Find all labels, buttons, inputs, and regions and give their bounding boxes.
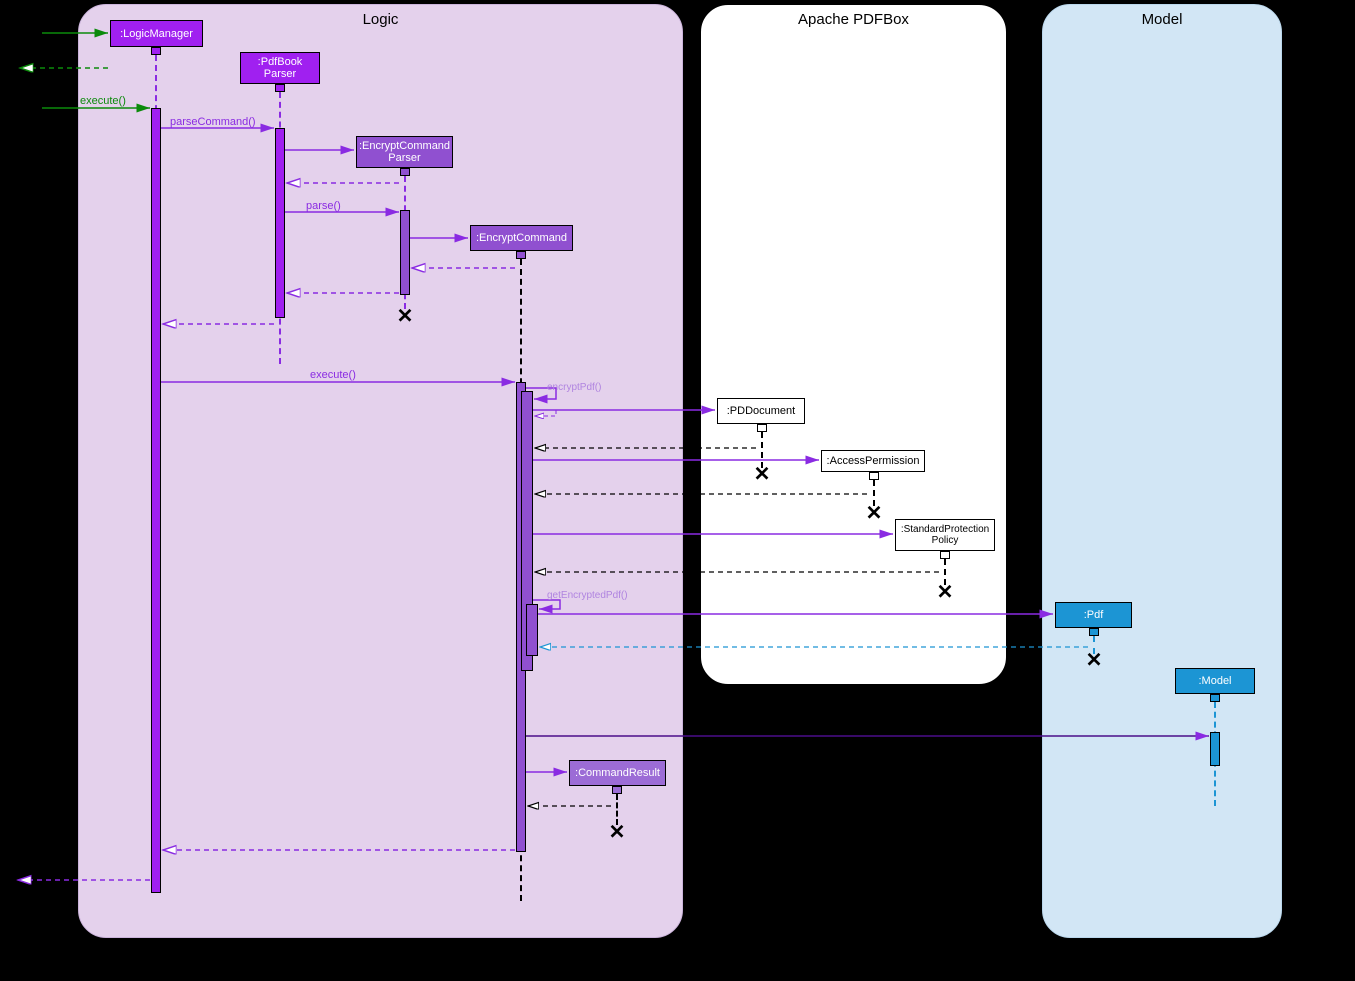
activation-ecp bbox=[400, 210, 410, 295]
destroy-access-permission: ✕ bbox=[866, 501, 883, 526]
activation-pdfbook-parser bbox=[275, 128, 285, 318]
label-encryptpdf: encryptPdf() bbox=[547, 382, 601, 393]
destroy-ecp: ✕ bbox=[397, 304, 414, 329]
model-label: :Model bbox=[1198, 675, 1231, 687]
logic-manager-label: :LogicManager bbox=[120, 28, 193, 40]
pddocument-label: :PDDocument bbox=[727, 405, 795, 417]
command-result-label: :CommandResult bbox=[575, 767, 660, 779]
pdfbook-parser-label: :PdfBook Parser bbox=[258, 56, 303, 80]
pdf-label: :Pdf bbox=[1084, 609, 1104, 621]
access-permission-label: :AccessPermission bbox=[827, 455, 920, 467]
head-pdf bbox=[1089, 628, 1099, 636]
participant-pddocument: :PDDocument bbox=[717, 398, 805, 424]
head-encrypt-command-parser bbox=[400, 168, 410, 176]
activation-logic-manager bbox=[151, 108, 161, 893]
participant-std-protection-policy: :StandardProtection Policy bbox=[895, 519, 995, 551]
destroy-spp: ✕ bbox=[937, 580, 954, 605]
participant-access-permission: :AccessPermission bbox=[821, 450, 925, 472]
label-getencrypted: getEncryptedPdf() bbox=[547, 590, 628, 601]
participant-logic-manager: :LogicManager bbox=[110, 20, 203, 47]
head-pddocument bbox=[757, 424, 767, 432]
destroy-pdf: ✕ bbox=[1086, 648, 1103, 673]
label-execute: execute() bbox=[80, 95, 126, 107]
participant-command-result: :CommandResult bbox=[569, 760, 666, 786]
head-std-protection-policy bbox=[940, 551, 950, 559]
frame-title-pdfbox: Apache PDFBox bbox=[701, 11, 1006, 28]
head-command-result bbox=[612, 786, 622, 794]
frame-title-model: Model bbox=[1043, 11, 1281, 28]
head-encrypt-command bbox=[516, 251, 526, 259]
participant-pdf: :Pdf bbox=[1055, 602, 1132, 628]
destroy-pddocument: ✕ bbox=[754, 462, 771, 487]
head-logic-manager bbox=[151, 47, 161, 55]
frame-pdfbox: Apache PDFBox bbox=[700, 4, 1007, 685]
participant-pdfbook-parser: :PdfBook Parser bbox=[240, 52, 320, 84]
activation-getencrypted bbox=[526, 604, 538, 656]
sequence-diagram: Logic Apache PDFBox Model :LogicManager … bbox=[0, 0, 1355, 981]
std-protection-policy-label: :StandardProtection Policy bbox=[901, 524, 989, 546]
encrypt-command-label: :EncryptCommand bbox=[476, 232, 567, 244]
frame-model: Model bbox=[1042, 4, 1282, 938]
head-access-permission bbox=[869, 472, 879, 480]
label-parse-command: parseCommand() bbox=[170, 116, 256, 128]
head-model bbox=[1210, 694, 1220, 702]
label-parse: parse() bbox=[306, 200, 341, 212]
encrypt-command-parser-label: :EncryptCommand Parser bbox=[359, 140, 450, 164]
participant-model: :Model bbox=[1175, 668, 1255, 694]
participant-encrypt-command-parser: :EncryptCommand Parser bbox=[356, 136, 453, 168]
participant-encrypt-command: :EncryptCommand bbox=[470, 225, 573, 251]
activation-model bbox=[1210, 732, 1220, 766]
destroy-command-result: ✕ bbox=[609, 820, 626, 845]
label-execute2: execute() bbox=[310, 369, 356, 381]
head-pdfbook-parser bbox=[275, 84, 285, 92]
